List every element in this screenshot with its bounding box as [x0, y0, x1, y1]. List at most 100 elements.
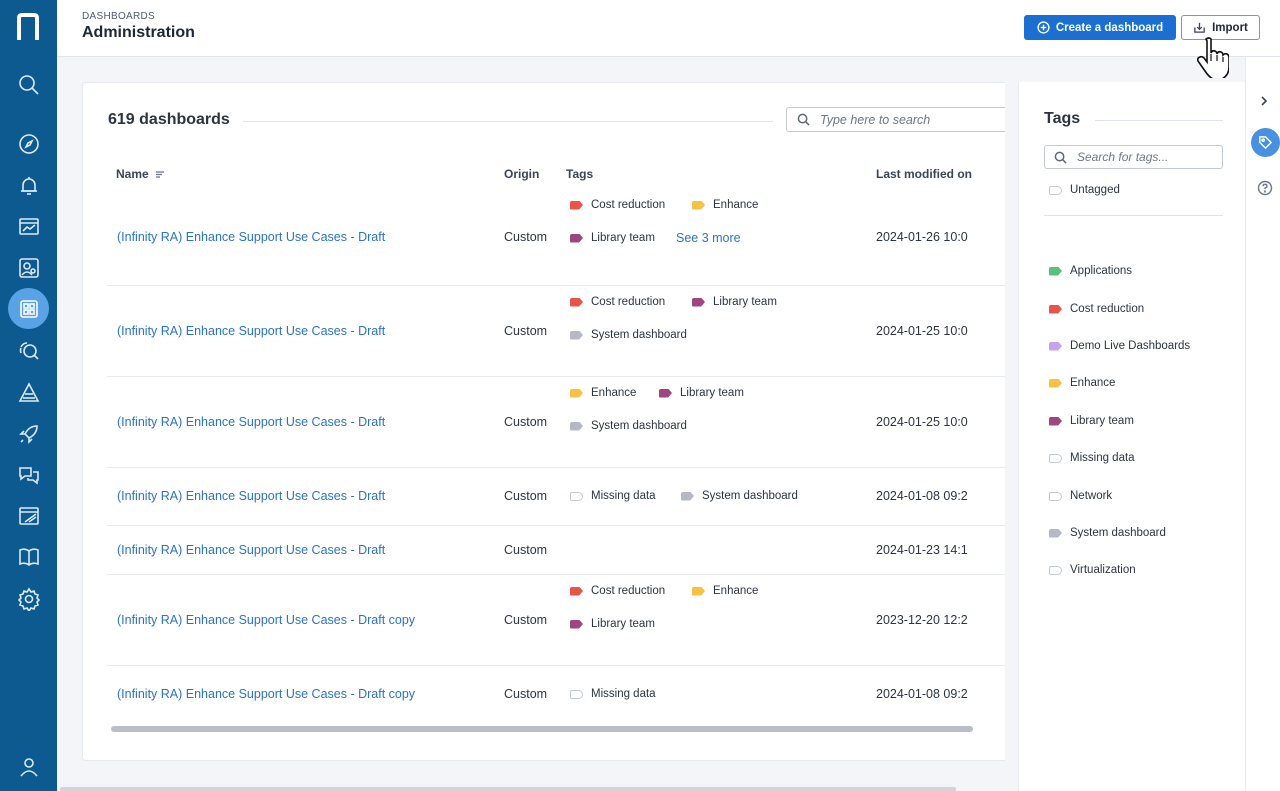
tag-chip[interactable]: System dashboard [681, 490, 798, 502]
search-input[interactable] [820, 112, 1000, 127]
gear-icon[interactable] [15, 585, 42, 612]
tag-filter-label: Demo Live Dashboards [1070, 340, 1191, 352]
search-icon [1054, 151, 1067, 164]
tag-chip[interactable]: Cost reduction [570, 199, 665, 211]
dashboard-name-link[interactable]: (Infinity RA) Enhance Support Use Cases … [117, 324, 385, 338]
column-header-origin[interactable]: Origin [504, 167, 539, 181]
dashboard-modified-date: 2024-01-25 10:0 [876, 324, 968, 338]
monitor-chart-icon[interactable] [15, 213, 42, 240]
see-more-tags-link[interactable]: See 3 more [676, 231, 741, 245]
dashboard-count: 619 dashboards [108, 111, 230, 128]
table-row[interactable]: (Infinity RA) Enhance Support Use Cases … [107, 377, 1005, 468]
tag-filter-item[interactable]: Cost reduction [1049, 303, 1144, 315]
page-header: DASHBOARDS Administration Create a dashb… [57, 0, 1280, 57]
dashboard-name-link[interactable]: (Infinity RA) Enhance Support Use Cases … [117, 230, 385, 244]
column-header-name[interactable]: Name [116, 167, 165, 181]
import-icon [1194, 22, 1205, 33]
compass-icon[interactable] [15, 130, 42, 157]
tag-color-icon [1049, 416, 1062, 426]
tags-panel: Tags Untagged Applications Cost reduction… [1018, 82, 1245, 791]
bell-icon[interactable] [15, 172, 42, 199]
table-row[interactable]: (Infinity RA) Enhance Support Use Cases … [107, 286, 1005, 377]
tags-toggle-button[interactable] [1251, 128, 1280, 157]
tag-chip-label: Library team [591, 232, 655, 244]
dashboard-modified-date: 2024-01-26 10:0 [876, 230, 968, 244]
dashboard-modified-date: 2024-01-25 10:0 [876, 415, 968, 429]
tag-chip[interactable]: System dashboard [570, 329, 687, 341]
tag-filter-item[interactable]: Missing data [1049, 452, 1135, 464]
tag-outline-icon [570, 491, 583, 501]
book-icon[interactable] [15, 543, 42, 570]
table-row[interactable]: (Infinity RA) Enhance Support Use Cases … [107, 526, 1005, 575]
column-header-tags[interactable]: Tags [566, 167, 593, 181]
tag-chip-label: Enhance [713, 585, 759, 597]
help-icon[interactable] [1257, 180, 1273, 196]
tag-filter-label: System dashboard [1070, 527, 1166, 539]
create-dashboard-button[interactable]: Create a dashboard [1024, 15, 1176, 40]
table-row[interactable]: (Infinity RA) Enhance Support Use Cases … [107, 666, 1005, 724]
tag-filter-item[interactable]: Library team [1049, 415, 1134, 427]
breadcrumb[interactable]: DASHBOARDS [82, 11, 155, 22]
left-navigation [0, 0, 57, 791]
tag-chip-label: Missing data [591, 688, 656, 700]
dashboards-icon[interactable] [8, 288, 49, 329]
tag-chip-label: Cost reduction [591, 199, 666, 211]
tag-filter-item[interactable]: System dashboard [1049, 527, 1166, 539]
tag-chip[interactable]: System dashboard [570, 420, 687, 432]
tag-chip[interactable]: Missing data [570, 490, 656, 502]
dashboard-name-link[interactable]: (Infinity RA) Enhance Support Use Cases … [117, 489, 385, 503]
tag-chip[interactable]: Enhance [570, 387, 636, 399]
tag-filter-item[interactable]: Network [1049, 490, 1112, 502]
tag-filter-untagged[interactable]: Untagged [1049, 184, 1120, 196]
column-header-modified[interactable]: Last modified on [876, 167, 972, 181]
tag-color-icon [1049, 528, 1062, 538]
tag-chip[interactable]: Cost reduction [570, 296, 665, 308]
dashboard-name-link[interactable]: (Infinity RA) Enhance Support Use Cases … [117, 687, 415, 701]
tag-search[interactable] [1044, 145, 1223, 169]
tag-chip[interactable]: Library team [659, 387, 744, 399]
tag-color-icon [570, 200, 583, 210]
dashboard-name-link[interactable]: (Infinity RA) Enhance Support Use Cases … [117, 613, 415, 627]
sort-icon[interactable] [155, 169, 165, 179]
app-logo[interactable] [16, 12, 40, 42]
table-row[interactable]: (Infinity RA) Enhance Support Use Cases … [107, 575, 1005, 666]
tag-filter-label: Applications [1070, 265, 1133, 277]
divider [1095, 120, 1223, 121]
dashboard-name-link[interactable]: (Infinity RA) Enhance Support Use Cases … [117, 415, 385, 429]
divider [1044, 215, 1223, 216]
search-icon[interactable] [15, 71, 42, 98]
tag-chip[interactable]: Library team [692, 296, 777, 308]
horizontal-scrollbar[interactable] [111, 726, 973, 732]
table-row[interactable]: (Infinity RA) Enhance Support Use Cases … [107, 189, 1005, 286]
hazard-icon[interactable] [15, 379, 42, 406]
tag-search-input[interactable] [1077, 150, 1217, 164]
tag-filter-item[interactable]: Virtualization [1049, 564, 1136, 576]
tag-chip-label: Library team [713, 296, 777, 308]
dashboard-name-link[interactable]: (Infinity RA) Enhance Support Use Cases … [117, 543, 385, 557]
dashboard-origin: Custom [504, 613, 548, 627]
tag-chip[interactable]: Library team [570, 618, 655, 630]
report-icon[interactable] [15, 502, 42, 529]
tag-chip[interactable]: Enhance [692, 199, 758, 211]
user-icon[interactable] [15, 753, 42, 780]
tag-chip-label: System dashboard [702, 490, 798, 502]
tag-color-icon [681, 491, 694, 501]
chat-icon[interactable] [15, 461, 42, 488]
tag-chip[interactable]: Missing data [570, 688, 656, 700]
chevron-right-icon[interactable] [1258, 95, 1270, 107]
page-horizontal-scrollbar[interactable] [60, 787, 956, 791]
dashboard-modified-date: 2023-12-20 12:2 [876, 613, 968, 627]
tag-filter-item[interactable]: Applications [1049, 265, 1132, 277]
tag-chip[interactable]: Cost reduction [570, 585, 665, 597]
users-search-icon[interactable] [15, 254, 42, 281]
table-row[interactable]: (Infinity RA) Enhance Support Use Cases … [107, 468, 1005, 526]
investigate-icon[interactable] [15, 337, 42, 364]
tag-chip[interactable]: Enhance [692, 585, 758, 597]
rocket-icon[interactable] [15, 420, 42, 447]
tag-chip[interactable]: Library team [570, 232, 655, 244]
column-name-label: Name [116, 167, 149, 181]
tag-filter-item[interactable]: Enhance [1049, 377, 1115, 389]
tag-filter-item[interactable]: Demo Live Dashboards [1049, 340, 1190, 352]
dashboard-search[interactable] [786, 107, 1005, 132]
tag-filter-label: Network [1070, 490, 1113, 502]
